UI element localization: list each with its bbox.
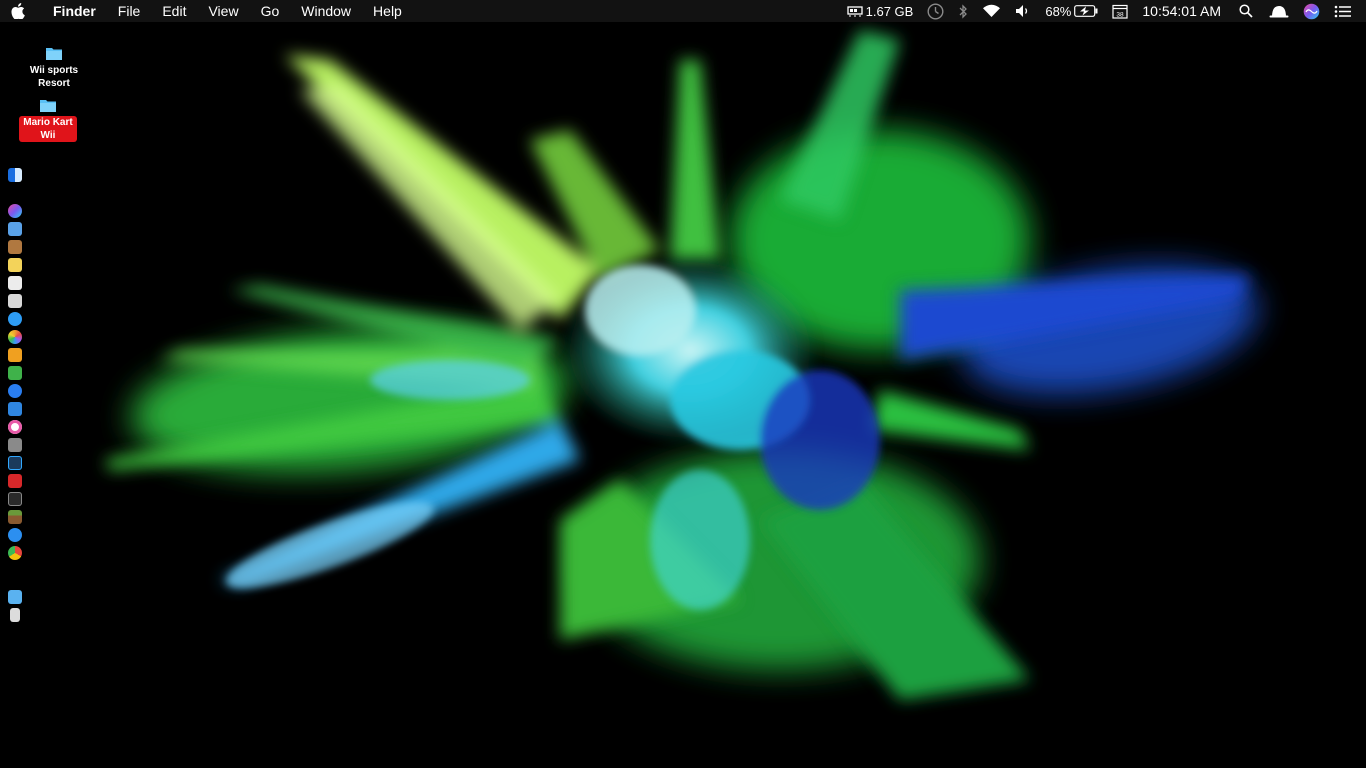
battery-status[interactable]: 68% <box>1045 4 1098 19</box>
battery-percent: 68% <box>1045 3 1072 19</box>
dock-item-siri[interactable] <box>8 204 22 218</box>
desktop-item-wii-sports-resort[interactable]: Wii sports Resort <box>18 46 90 90</box>
menu-bar: Finder File Edit View Go Window Help 1.6… <box>0 0 1366 22</box>
dock-item-preview[interactable] <box>8 222 22 236</box>
dock-item-keynote[interactable] <box>8 402 22 416</box>
svg-text:38: 38 <box>1117 11 1125 18</box>
dock-item-messages[interactable] <box>8 312 22 326</box>
desktop-wallpaper <box>0 0 1366 768</box>
dock-item-chrome[interactable] <box>8 546 22 560</box>
apple-icon[interactable] <box>0 3 36 19</box>
dock-item-notes[interactable] <box>8 258 22 272</box>
dock-item-safari[interactable] <box>8 528 22 542</box>
dock-item-finder[interactable] <box>8 168 22 182</box>
desktop-item-label-selected: Mario Kart Wii <box>19 116 77 142</box>
dock-item-textedit[interactable] <box>8 276 22 290</box>
dock-item-downloads-folder[interactable] <box>8 590 22 604</box>
volume-icon[interactable] <box>1015 4 1031 18</box>
siri-icon[interactable] <box>1303 3 1320 20</box>
dock-item-photoshop[interactable] <box>8 456 22 470</box>
menu-file[interactable]: File <box>107 0 152 22</box>
memory-status[interactable]: 1.67 GB <box>846 3 914 19</box>
bluetooth-icon[interactable] <box>958 3 968 19</box>
dock-item-screenshot[interactable] <box>8 438 22 452</box>
memory-value: 1.67 GB <box>865 3 914 19</box>
dock-item-terminal[interactable] <box>8 492 22 506</box>
dock-item-app-store[interactable] <box>8 384 22 398</box>
time-machine-icon[interactable] <box>927 2 944 20</box>
menu-edit[interactable]: Edit <box>151 0 197 22</box>
ghost-icon[interactable] <box>1269 4 1289 18</box>
dock-item-itunes[interactable] <box>8 420 22 434</box>
notification-center-icon[interactable] <box>1334 5 1352 18</box>
menu-go[interactable]: Go <box>250 0 291 22</box>
dock-item-photo-booth[interactable] <box>8 294 22 308</box>
dock-item-parallels[interactable] <box>8 474 22 488</box>
desktop-item-label: Wii sports Resort <box>29 65 79 89</box>
memory-icon <box>846 6 863 17</box>
clock[interactable]: 10:54:01 AM <box>1142 3 1221 19</box>
dock-item-pages[interactable] <box>8 348 22 362</box>
battery-icon <box>1074 5 1098 17</box>
dock-item-minecraft[interactable] <box>8 510 22 524</box>
calendar-icon[interactable]: 38 <box>1112 4 1128 19</box>
folder-icon <box>46 48 62 60</box>
menu-app-finder[interactable]: Finder <box>36 0 107 22</box>
spotlight-icon[interactable] <box>1239 4 1253 18</box>
dock-item-numbers[interactable] <box>8 366 22 380</box>
wifi-icon[interactable] <box>982 4 1001 18</box>
folder-icon <box>40 100 56 112</box>
desktop-item-mario-kart-wii[interactable]: Mario Kart Wii <box>12 98 84 142</box>
dock-item-photos[interactable] <box>8 330 22 344</box>
dock-item-trash[interactable] <box>10 608 20 622</box>
dock-item-contacts[interactable] <box>8 240 22 254</box>
menu-help[interactable]: Help <box>362 0 413 22</box>
menu-view[interactable]: View <box>197 0 249 22</box>
menu-window[interactable]: Window <box>290 0 362 22</box>
